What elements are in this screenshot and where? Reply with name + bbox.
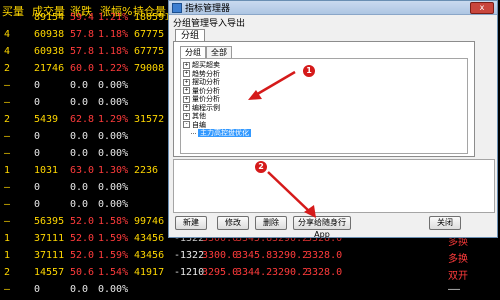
annotation-badge-2: 2 — [254, 160, 268, 174]
annotation-badge-1: 1 — [302, 64, 316, 78]
arrow-1-line — [253, 70, 296, 98]
arrow-2-line — [267, 171, 311, 213]
annotation-arrows — [248, 70, 316, 218]
